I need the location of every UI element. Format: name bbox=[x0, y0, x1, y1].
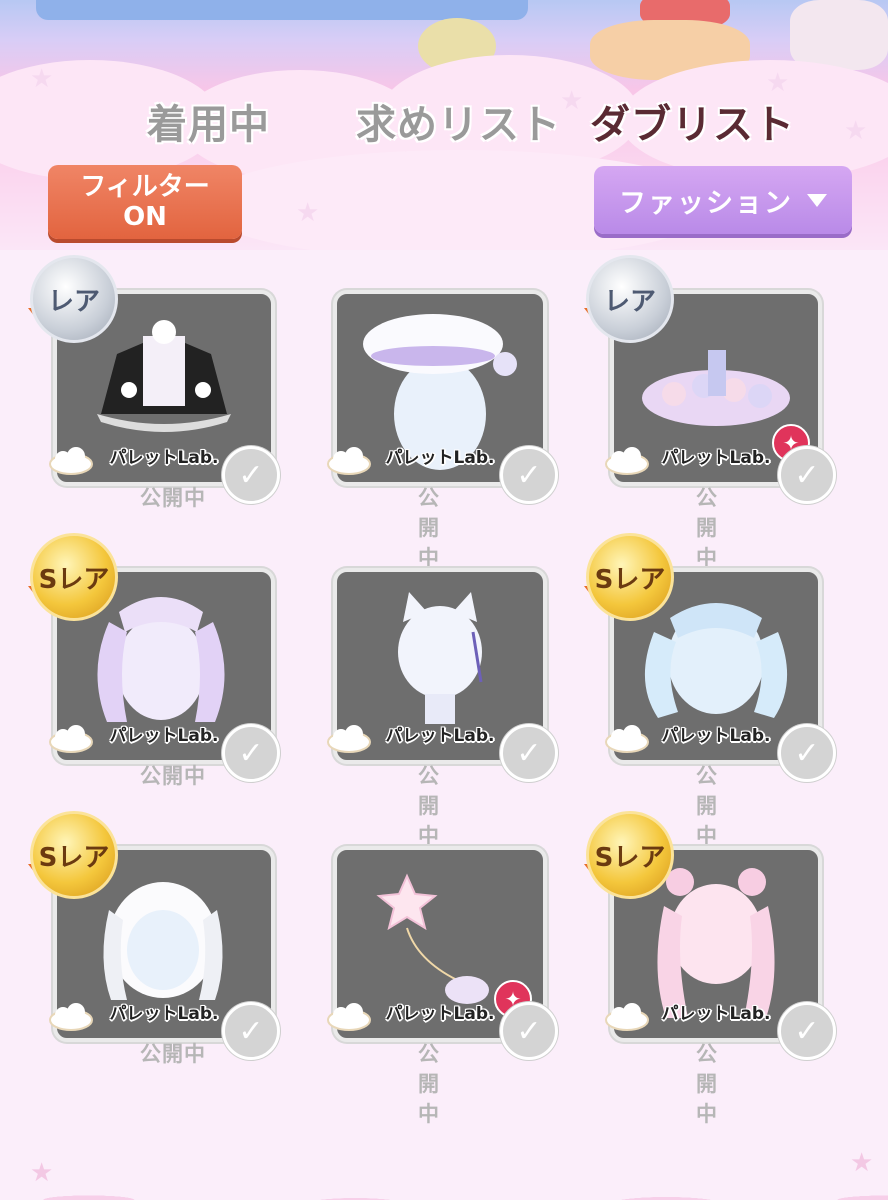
checkmark-icon: ✓ bbox=[794, 1013, 820, 1049]
tab-wishlist[interactable]: 求めリスト bbox=[356, 92, 561, 150]
status-label: 公開中 bbox=[696, 486, 718, 570]
filter-button-label: フィルター bbox=[80, 172, 210, 202]
checkmark-icon: ✓ bbox=[794, 735, 820, 771]
cloud-icon bbox=[605, 1003, 649, 1031]
cloud-icon bbox=[327, 1003, 371, 1031]
tab-duplicates[interactable]: ダブリスト bbox=[590, 92, 795, 150]
checkmark-icon: ✓ bbox=[516, 1013, 542, 1049]
hat-decoration-icon bbox=[790, 0, 888, 70]
cloud-icon bbox=[327, 725, 371, 753]
check-toggle[interactable]: ✓ bbox=[500, 724, 558, 782]
rarity-badge: レア bbox=[586, 255, 674, 343]
checkmark-icon: ✓ bbox=[516, 457, 542, 493]
rarity-badge: Sレア bbox=[30, 811, 118, 899]
check-toggle[interactable]: ✓ bbox=[778, 1002, 836, 1060]
check-toggle[interactable]: ✓ bbox=[500, 446, 558, 504]
filter-button-state: ON bbox=[123, 202, 167, 232]
status-label: 公開中 bbox=[418, 486, 440, 570]
star-decoration-icon: ★ bbox=[850, 1148, 874, 1178]
star-decoration-icon: ★ bbox=[30, 64, 54, 94]
status-label: 公開中 bbox=[696, 1042, 718, 1126]
star-decoration-icon: ★ bbox=[296, 198, 320, 228]
check-toggle[interactable]: ✓ bbox=[222, 446, 280, 504]
check-toggle[interactable]: ✓ bbox=[500, 1002, 558, 1060]
status-label: 公開中 bbox=[696, 764, 718, 848]
star-decoration-icon: ★ bbox=[30, 1158, 54, 1188]
cloud-icon bbox=[49, 1003, 93, 1031]
category-dropdown[interactable]: ファッション bbox=[594, 166, 852, 234]
cloud-icon bbox=[49, 725, 93, 753]
tab-wearing[interactable]: 着用中 bbox=[147, 92, 270, 150]
cloud-icon bbox=[327, 447, 371, 475]
check-toggle[interactable]: ✓ bbox=[778, 446, 836, 504]
rarity-badge: レア bbox=[30, 255, 118, 343]
rarity-badge: Sレア bbox=[30, 533, 118, 621]
checkmark-icon: ✓ bbox=[238, 735, 264, 771]
cloud-icon bbox=[49, 447, 93, 475]
category-dropdown-value: ファッション bbox=[619, 187, 793, 219]
footer-cloud-decoration bbox=[0, 1120, 888, 1200]
filter-button[interactable]: フィルター ON bbox=[48, 165, 242, 239]
item-grid: レア パレットLab. ✓ 公開中 パレットLab. ✓ 公開中 レア パレット… bbox=[0, 250, 888, 1126]
rarity-badge: Sレア bbox=[586, 533, 674, 621]
cloud-icon bbox=[605, 447, 649, 475]
checkmark-icon: ✓ bbox=[238, 457, 264, 493]
star-decoration-icon: ★ bbox=[560, 86, 584, 116]
status-label: 公開中 bbox=[418, 1042, 440, 1126]
checkmark-icon: ✓ bbox=[794, 457, 820, 493]
checkmark-icon: ✓ bbox=[516, 735, 542, 771]
checkmark-icon: ✓ bbox=[238, 1013, 264, 1049]
chevron-down-icon bbox=[807, 193, 827, 207]
rarity-badge: Sレア bbox=[586, 811, 674, 899]
top-banner-bar bbox=[36, 0, 528, 20]
check-toggle[interactable]: ✓ bbox=[222, 724, 280, 782]
header: ★ ★ ★ ★ ★ 着用中 求めリスト ダブリスト フィルター ON ファッショ… bbox=[0, 0, 888, 250]
cloud-icon bbox=[605, 725, 649, 753]
status-label: 公開中 bbox=[418, 764, 440, 848]
star-decoration-icon: ★ bbox=[844, 116, 868, 146]
check-toggle[interactable]: ✓ bbox=[778, 724, 836, 782]
check-toggle[interactable]: ✓ bbox=[222, 1002, 280, 1060]
